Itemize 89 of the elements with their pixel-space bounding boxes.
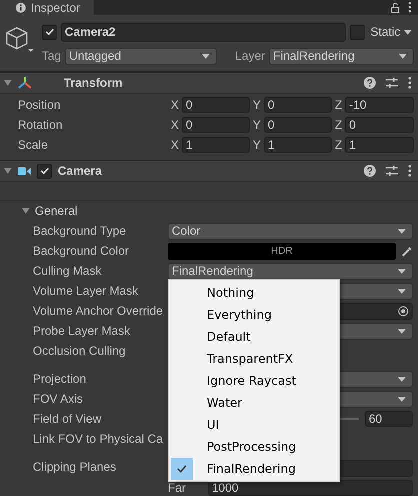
axis-label: Y [253,118,262,132]
layer-dropdown[interactable]: FinalRendering [269,48,414,64]
target-icon[interactable] [398,306,409,316]
dropdown-arrow-icon [398,376,406,382]
checkmark-icon [177,465,187,473]
property-label: Rotation [18,118,64,132]
eyedropper-icon[interactable] [402,246,413,256]
number-field[interactable]: 60 [365,411,413,427]
menu-item[interactable]: Default [169,326,339,348]
property-label: Field of View [33,412,102,426]
number-field[interactable]: 1000 [208,480,413,496]
axis-label: Z [335,138,342,152]
property-label: Projection [33,372,88,386]
foldout-arrow-icon[interactable] [4,167,12,175]
dropdown-arrow-icon [398,328,406,334]
property-label: Scale [18,138,50,152]
more-menu-icon[interactable] [408,2,412,13]
dropdown-arrow-icon [399,54,407,58]
axes-icon [18,77,32,89]
number-field[interactable]: 0 [182,97,250,113]
name-field[interactable]: Camera2 [61,22,346,42]
property-label: Position [18,98,62,112]
menu-item[interactable]: Nothing [169,282,339,304]
tag-label: Tag [42,49,62,63]
axis-label: X [171,118,180,132]
axis-label: Z [335,98,342,112]
section-title[interactable]: General [35,204,78,218]
menu-item[interactable]: UI [169,414,339,436]
settings-sliders-icon[interactable] [386,77,398,89]
dropdown-arrow-icon [404,30,412,34]
info-icon [16,2,26,12]
property-label: FOV Axis [33,392,84,406]
property-label: Background Color [33,244,130,258]
axis-label: X [171,98,180,112]
foldout-arrow-icon[interactable] [4,79,12,87]
dropdown-arrow-icon [398,396,406,402]
number-field[interactable]: 0 [264,117,332,133]
dropdown-arrow-icon [202,54,210,58]
foldout-arrow-icon[interactable] [22,207,30,215]
checkmark-icon [40,166,50,176]
color-field[interactable]: HDR [168,242,396,260]
checkmark-icon [44,27,54,37]
number-field[interactable]: 0 [345,117,414,133]
number-field[interactable]: 1 [264,137,332,153]
axis-label: X [171,138,180,152]
lock-icon[interactable] [391,2,400,12]
dropdown[interactable]: Color [168,222,413,240]
far-label: Far [168,481,187,495]
tag-dropdown[interactable]: Untagged [65,48,218,64]
axis-label: Y [253,98,262,112]
number-field[interactable]: -10 [345,97,414,113]
camera-header[interactable]: Camera [0,160,418,182]
axis-label: Y [253,138,262,152]
property-label: Occlusion Culling [33,344,127,358]
menu-item[interactable]: PostProcessing [169,436,339,458]
menu-item[interactable]: Water [169,392,339,414]
number-field[interactable]: 0 [182,117,250,133]
inspector-tab[interactable]: Inspector [0,0,94,15]
menu-item[interactable]: FinalRendering [169,458,339,480]
settings-sliders-icon[interactable] [386,165,398,177]
property-label: Clipping Planes [33,460,118,474]
camera-icon [18,166,31,176]
property-label: Volume Layer Mask [33,284,140,298]
number-field[interactable]: 1 [345,137,414,153]
property-label: Link FOV to Physical Ca [33,432,164,446]
menu-item[interactable]: Everything [169,304,339,326]
property-label: Volume Anchor Override [33,304,164,318]
menu-item[interactable]: TransparentFX [169,348,339,370]
dropdown-arrow-icon [398,268,406,274]
help-icon[interactable] [364,77,376,89]
dropdown-arrow-icon [398,288,406,294]
enabled-checkbox[interactable] [37,164,52,178]
axis-label: Z [335,118,342,132]
number-field[interactable]: 0 [264,97,332,113]
property-label: Probe Layer Mask [33,324,132,338]
property-label: Culling Mask [33,264,103,278]
property-label: Background Type [33,224,128,238]
transform-header[interactable]: Transform [0,72,418,94]
static-checkbox[interactable] [350,24,365,40]
active-checkbox[interactable] [42,24,57,40]
help-icon[interactable] [364,165,376,177]
more-menu-icon[interactable] [408,165,412,177]
number-field[interactable]: 1 [182,137,250,153]
static-dropdown[interactable]: Static [368,24,414,40]
dropdown-arrow-icon [398,228,406,234]
dropdown[interactable]: FinalRendering [168,262,413,280]
more-menu-icon[interactable] [408,77,412,89]
layer-label: Layer [235,49,266,63]
menu-item[interactable]: Ignore Raycast [169,370,339,392]
